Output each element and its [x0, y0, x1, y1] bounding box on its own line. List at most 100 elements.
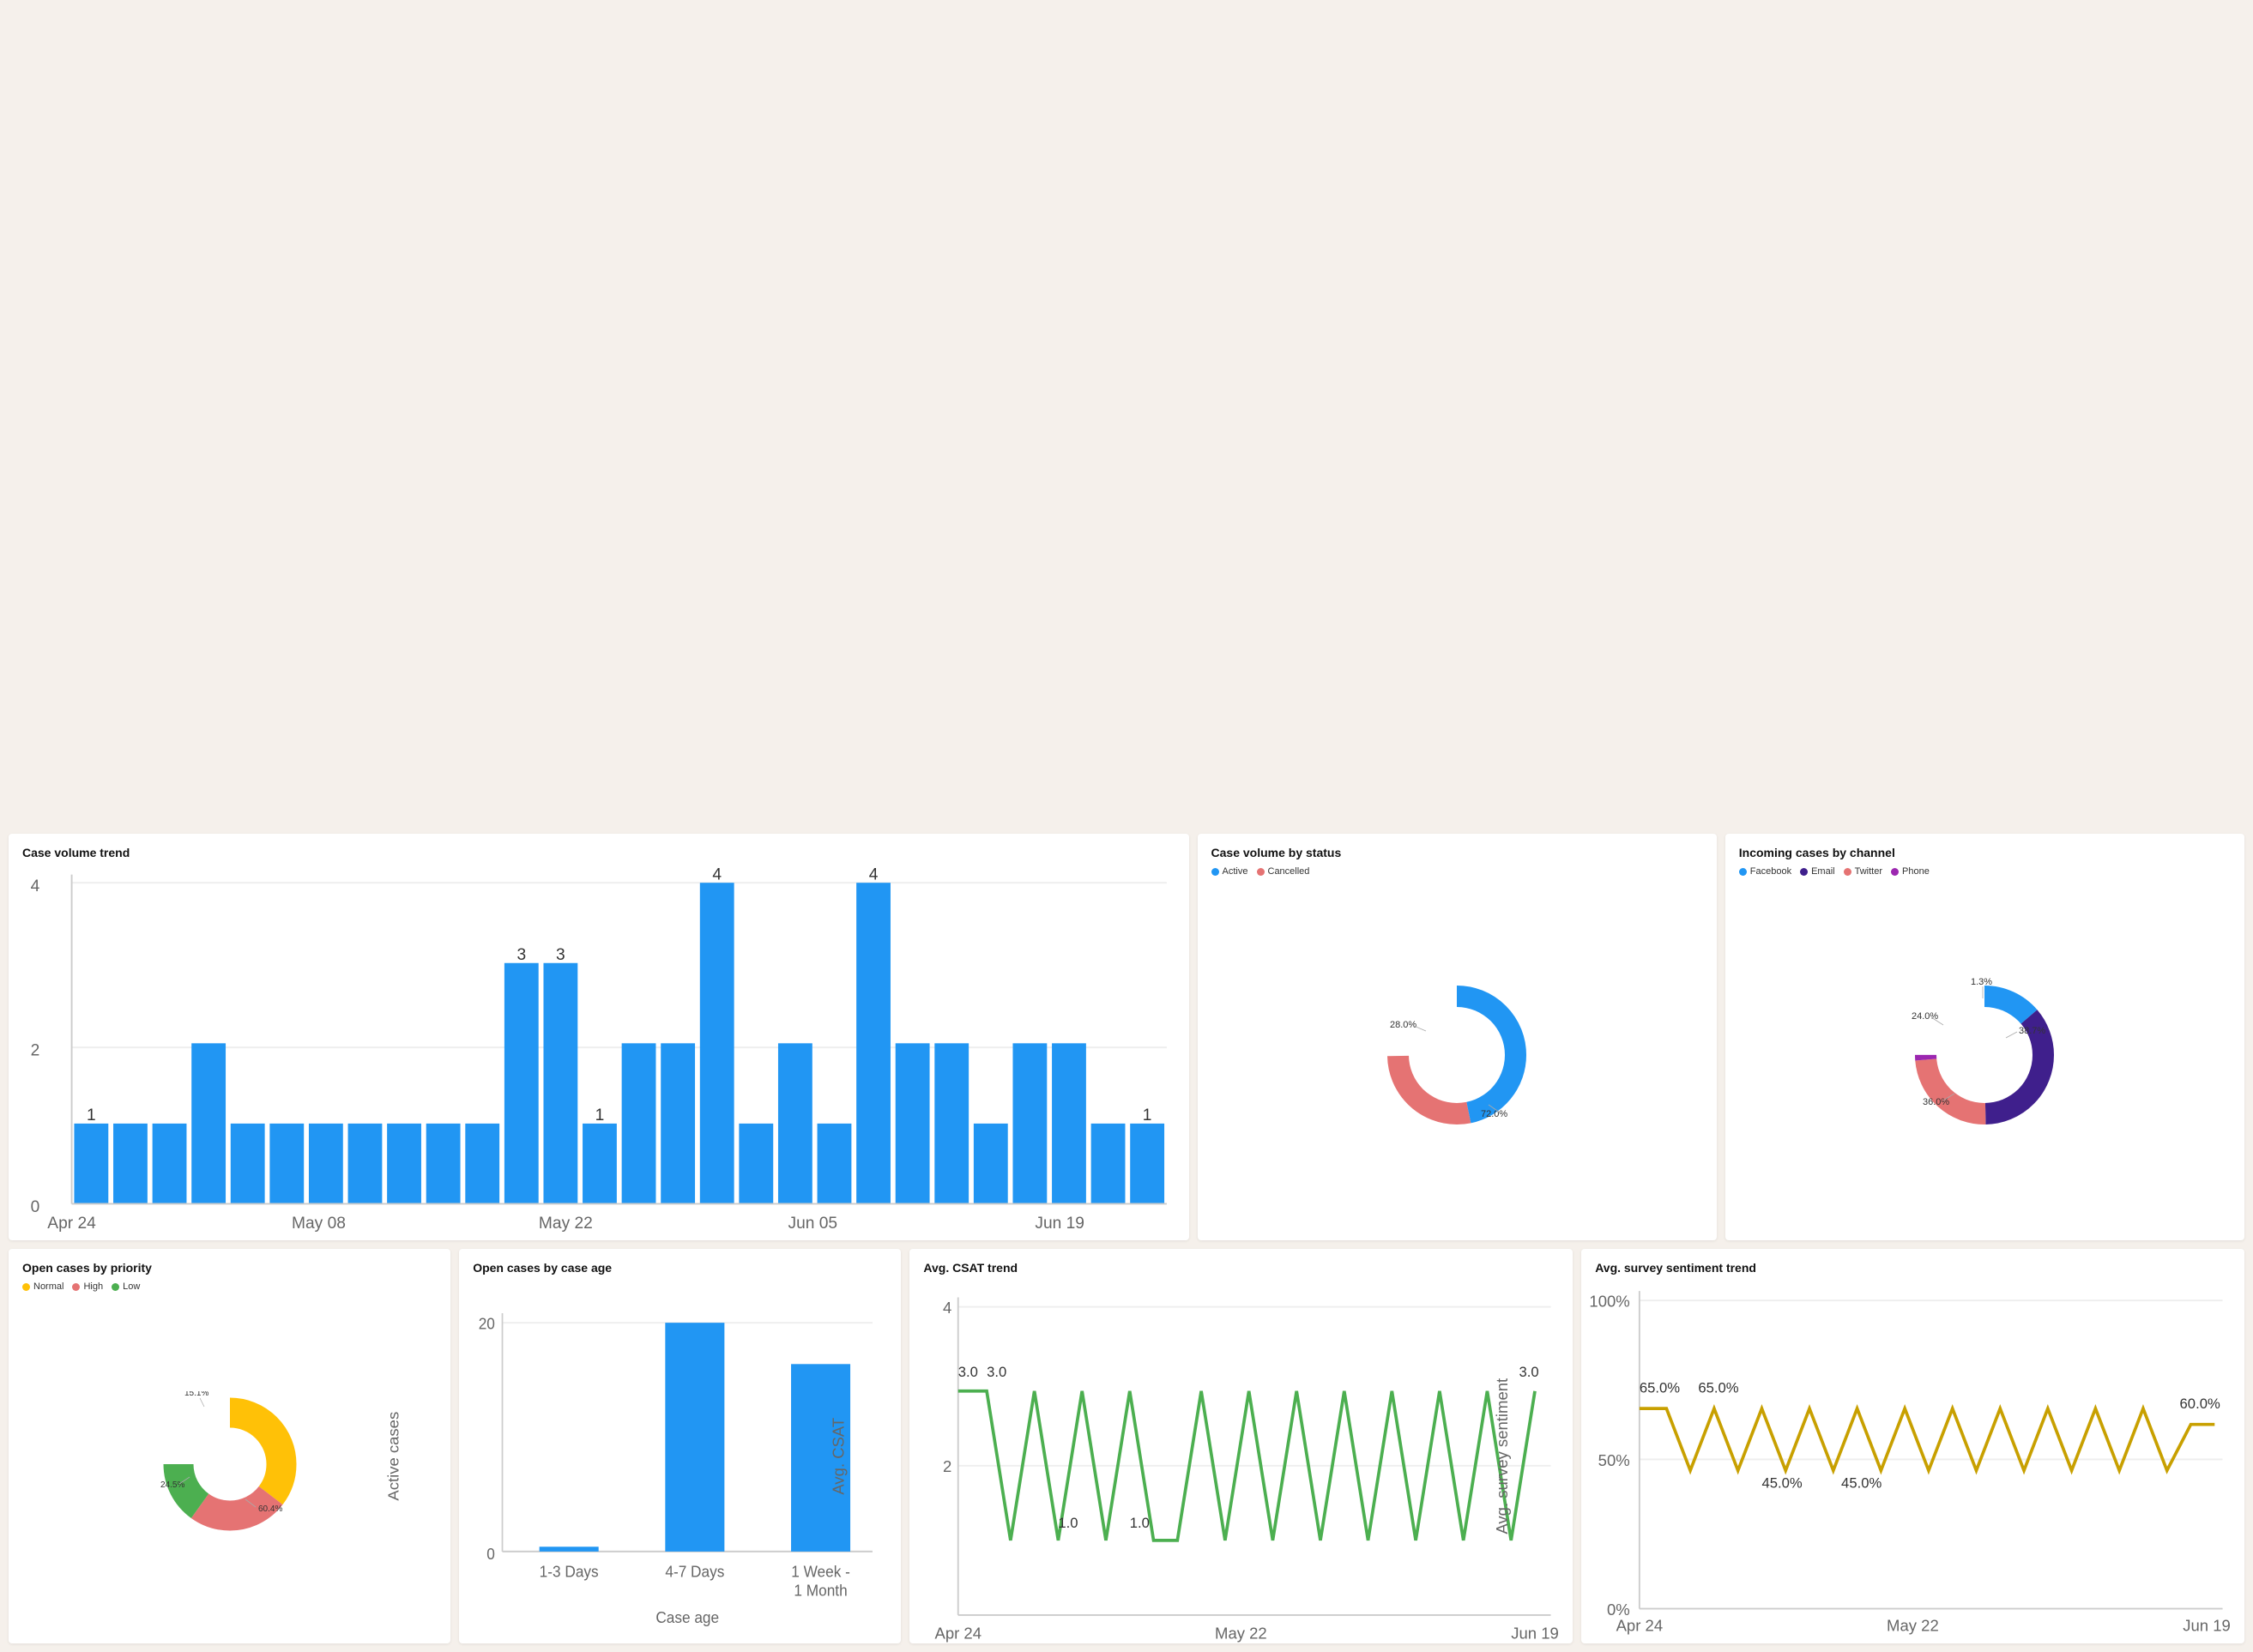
svg-text:1-3 Days: 1-3 Days [540, 1563, 599, 1581]
svg-text:0: 0 [31, 1198, 40, 1216]
svg-text:60.4%: 60.4% [258, 1504, 282, 1514]
cancelled-dot [1257, 868, 1265, 876]
svg-text:May 22: May 22 [539, 1215, 593, 1233]
cvt-chart-body: Incoming cases 4 2 0 1331441 Apr 2 [22, 866, 1175, 1228]
op-title: Open cases by priority [22, 1261, 437, 1275]
svg-text:Case age: Case age [656, 1609, 720, 1627]
active-text: Active [1223, 866, 1248, 877]
phone-text: Phone [1902, 866, 1930, 877]
normal-dot [22, 1283, 30, 1291]
bar-13 [583, 1124, 617, 1204]
bar-11 [504, 963, 539, 1204]
bar-23 [974, 1124, 1008, 1204]
svg-text:3.0: 3.0 [987, 1364, 1006, 1380]
ic-legend: Facebook Email Twitter Phone [1739, 866, 2231, 877]
svg-text:Jun 19: Jun 19 [1035, 1215, 1084, 1233]
svg-text:1: 1 [1143, 1106, 1152, 1124]
svg-text:Apr 24: Apr 24 [47, 1215, 96, 1233]
bar-6 [309, 1124, 343, 1204]
priority-donut-svg: 60.4% 24.5% 15.1% [157, 1391, 303, 1537]
status-donut-svg: 28.0% 72.0% [1380, 978, 1534, 1132]
normal-legend: Normal [22, 1281, 63, 1292]
svg-text:4: 4 [869, 865, 879, 883]
avg-csat-card: Avg. CSAT trend Avg. CSAT 4 2 [909, 1249, 1573, 1643]
svg-text:Active cases: Active cases [385, 1412, 402, 1501]
low-dot [112, 1283, 119, 1291]
normal-text: Normal [33, 1281, 63, 1292]
svg-text:May 08: May 08 [292, 1215, 346, 1233]
op-donut-body: 60.4% 24.5% 15.1% [22, 1297, 437, 1631]
oa-chart-body: Active cases 20 0 [473, 1281, 887, 1631]
case-volume-status-card: Case volume by status Active Cancelled 2… [1198, 834, 1717, 1240]
svg-text:50%: 50% [1598, 1451, 1630, 1469]
facebook-dot [1739, 868, 1747, 876]
low-legend: Low [112, 1281, 140, 1292]
svg-text:May 22: May 22 [1215, 1625, 1267, 1643]
sentiment-svg: Avg. survey sentiment 100% 50% 0% [1595, 1281, 2231, 1631]
svg-text:1.0: 1.0 [1130, 1515, 1150, 1531]
csat-title: Avg. CSAT trend [923, 1261, 1559, 1275]
email-legend: Email [1800, 866, 1835, 877]
bar-4 [231, 1124, 265, 1204]
high-dot [72, 1283, 80, 1291]
bar-1 [113, 1124, 148, 1204]
svg-text:65.0%: 65.0% [1699, 1380, 1739, 1396]
active-dot [1211, 868, 1219, 876]
age-svg: Active cases 20 0 [473, 1281, 887, 1631]
age-bar-4-7 [666, 1323, 725, 1552]
svg-text:38.7%: 38.7% [2019, 1026, 2045, 1036]
cvs-title: Case volume by status [1211, 846, 1703, 859]
bar-24 [1012, 1043, 1047, 1203]
bar-22 [934, 1043, 969, 1203]
svg-text:3: 3 [516, 946, 526, 964]
dashboard [9, 9, 2244, 834]
svg-text:May 22: May 22 [1887, 1617, 1939, 1635]
svg-text:4: 4 [943, 1299, 951, 1317]
bar-14 [622, 1043, 656, 1203]
svg-text:2: 2 [943, 1457, 951, 1475]
dashboard-main: Case volume trend Incoming cases 4 2 0 1… [9, 834, 2244, 1643]
bar-5 [269, 1124, 304, 1204]
svg-text:15.1%: 15.1% [184, 1391, 208, 1398]
svg-text:Apr 24: Apr 24 [935, 1625, 982, 1643]
svg-text:0: 0 [486, 1546, 495, 1564]
email-dot [1800, 868, 1808, 876]
bar-10 [465, 1124, 499, 1204]
svg-text:100%: 100% [1590, 1293, 1630, 1311]
phone-dot [1891, 868, 1899, 876]
cvt-bars: 1331441 [74, 865, 1164, 1203]
bar-0 [74, 1124, 108, 1204]
low-text: Low [123, 1281, 140, 1292]
bar-12 [543, 963, 577, 1204]
active-legend: Active [1211, 866, 1248, 877]
oa-title: Open cases by case age [473, 1261, 887, 1275]
cancelled-text: Cancelled [1268, 866, 1310, 877]
cvt-svg: Incoming cases 4 2 0 1331441 Apr 2 [22, 866, 1175, 1228]
svg-text:4-7 Days: 4-7 Days [666, 1563, 725, 1581]
op-legend: Normal High Low [22, 1281, 437, 1292]
svg-text:20: 20 [479, 1315, 495, 1333]
bottom-row: Open cases by priority Normal High Low [9, 1249, 2244, 1643]
ic-donut-body: 38.7% 36.0% 24.0% 1.3% [1739, 882, 2231, 1228]
twitter-text: Twitter [1855, 866, 1882, 877]
bar-8 [387, 1124, 421, 1204]
cvs-legend: Active Cancelled [1211, 866, 1703, 877]
svg-text:Jun 19: Jun 19 [2183, 1617, 2231, 1635]
bar-16 [700, 883, 734, 1203]
ic-title: Incoming cases by channel [1739, 846, 2231, 859]
facebook-text: Facebook [1750, 866, 1791, 877]
phone-legend: Phone [1891, 866, 1930, 877]
svg-text:72.0%: 72.0% [1481, 1109, 1507, 1119]
svg-text:24.0%: 24.0% [1912, 1011, 1938, 1022]
high-legend: High [72, 1281, 103, 1292]
svg-text:1.0: 1.0 [1059, 1515, 1078, 1531]
cancelled-legend: Cancelled [1257, 866, 1310, 877]
bar-21 [896, 1043, 930, 1203]
svg-text:1 Week -: 1 Week - [791, 1563, 850, 1581]
svg-text:Avg. survey sentiment: Avg. survey sentiment [1493, 1378, 1511, 1534]
incoming-channel-card: Incoming cases by channel Facebook Email… [1725, 834, 2244, 1240]
bar-15 [661, 1043, 695, 1203]
bar-9 [426, 1124, 461, 1204]
bar-19 [818, 1124, 852, 1204]
case-volume-trend-card: Case volume trend Incoming cases 4 2 0 1… [9, 834, 1189, 1240]
